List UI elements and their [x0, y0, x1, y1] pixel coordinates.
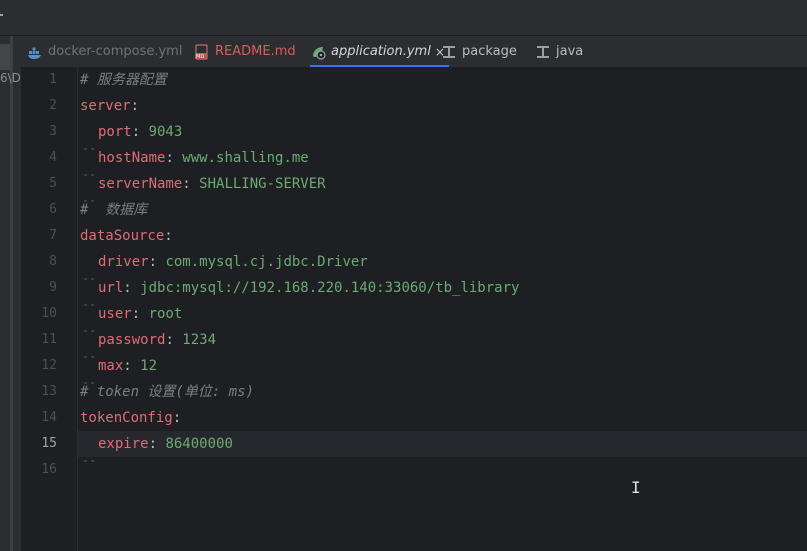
line-number: 6: [49, 202, 57, 217]
yaml-value: 12: [140, 358, 158, 374]
line-number: 8: [49, 254, 57, 269]
code-line[interactable]: expire: 86400000: [80, 431, 233, 462]
yaml-comment: # token 设置(单位: ms): [80, 384, 255, 400]
line-number: 13: [41, 384, 57, 399]
yaml-key: url: [98, 280, 124, 296]
yaml-separator: :: [123, 280, 141, 296]
yaml-separator: :: [123, 358, 141, 374]
code-line[interactable]: # 服务器配置: [80, 67, 167, 93]
code-line[interactable]: hostName: www.shalling.me: [80, 145, 309, 176]
yaml-key: port: [98, 124, 132, 140]
tab-java[interactable]: java: [535, 36, 583, 67]
line-number: 2: [49, 98, 57, 113]
yaml-key: user: [98, 306, 132, 322]
tab-application-yml[interactable]: application.yml ×: [310, 36, 449, 67]
yaml-comment: # 服务器配置: [80, 72, 167, 88]
code-line[interactable]: url: jdbc:mysql://192.168.220.140:33060/…: [80, 275, 520, 306]
yaml-separator: :: [164, 228, 173, 244]
yaml-value: 86400000: [165, 436, 233, 452]
title-bar-mark: [0, 14, 3, 16]
yaml-value: 1234: [182, 332, 217, 348]
code-line[interactable]: server:: [80, 93, 139, 119]
line-number: 3: [49, 124, 57, 139]
yaml-value: www.shalling.me: [182, 150, 309, 166]
spring-yaml-icon: [310, 44, 326, 60]
line-number: 5: [49, 176, 57, 191]
yaml-key: max: [98, 358, 124, 374]
line-number: 12: [41, 358, 57, 373]
yaml-value: 9043: [148, 124, 183, 140]
yaml-key: hostName: [98, 150, 166, 166]
tab-package[interactable]: package: [441, 36, 517, 67]
code-line[interactable]: driver: com.mysql.cj.jdbc.Driver: [80, 249, 368, 280]
yaml-value: jdbc:mysql://192.168.220.140:33060/tb_li…: [140, 280, 520, 296]
tab-label: README.md: [215, 44, 296, 59]
tab-label: docker-compose.yml: [48, 44, 183, 59]
yaml-key: dataSource: [80, 228, 165, 244]
project-panel-highlight: [0, 44, 10, 70]
docker-icon: [27, 44, 43, 60]
yaml-value: SHALLING-SERVER: [199, 176, 326, 192]
yaml-key: password: [98, 332, 166, 348]
line-number: 4: [49, 150, 57, 165]
code-editor[interactable]: 1 2 3 4 5 6 7 8 9 10 11 12 13 14 15 16 # 服务器配置 server: po…: [21, 67, 807, 551]
line-number: 7: [49, 228, 57, 243]
yaml-comment: # 数据库: [80, 202, 148, 218]
yaml-separator: :: [172, 410, 182, 426]
yaml-separator: :: [148, 254, 166, 270]
line-number: 15: [41, 436, 57, 451]
text-cursor-icon: I: [631, 478, 641, 497]
yaml-separator: :: [148, 436, 166, 452]
tab-label: package: [462, 44, 517, 59]
line-number: 11: [41, 332, 57, 347]
yaml-separator: :: [131, 306, 149, 322]
class-structure-icon: [535, 44, 551, 60]
code-line[interactable]: user: root: [80, 301, 183, 332]
yaml-value: com.mysql.cj.jdbc.Driver: [165, 254, 368, 270]
project-path-fragment: 6\D: [0, 71, 21, 85]
code-line[interactable]: # token 设置(单位: ms): [80, 379, 254, 405]
line-number: 1: [49, 72, 57, 87]
code-line[interactable]: dataSource:: [80, 223, 173, 249]
project-panel-edge[interactable]: 6\D: [0, 36, 22, 551]
yaml-key: tokenConfig: [80, 410, 173, 426]
yaml-separator: :: [165, 150, 183, 166]
yaml-separator: :: [182, 176, 200, 192]
yaml-separator: :: [165, 332, 183, 348]
code-line[interactable]: # 数据库: [80, 197, 147, 223]
tab-label: java: [556, 44, 584, 59]
code-line[interactable]: password: 1234: [80, 327, 217, 358]
code-line[interactable]: max: 12: [80, 353, 158, 384]
yaml-separator: :: [130, 98, 140, 114]
markdown-file-icon: MD: [194, 43, 210, 60]
line-number: 16: [41, 462, 57, 477]
yaml-key: server: [80, 98, 131, 114]
yaml-separator: :: [131, 124, 149, 140]
tab-readme[interactable]: MD README.md: [194, 36, 296, 67]
editor-tab-bar: docker-compose.yml MD README.md applicat…: [21, 36, 807, 68]
yaml-value: root: [148, 306, 183, 322]
tab-label: application.yml: [331, 44, 431, 59]
line-number-gutter[interactable]: 1 2 3 4 5 6 7 8 9 10 11 12 13 14 15 16: [21, 67, 78, 551]
yaml-key: serverName: [98, 176, 183, 192]
line-number: 14: [41, 410, 57, 425]
code-line[interactable]: serverName: SHALLING-SERVER: [80, 171, 326, 202]
yaml-key: expire: [98, 436, 149, 452]
line-number: 10: [41, 306, 57, 321]
tab-docker-compose[interactable]: docker-compose.yml: [27, 36, 182, 67]
svg-text:MD: MD: [196, 54, 204, 60]
code-line[interactable]: port: 9043: [80, 119, 183, 150]
title-bar: [0, 0, 807, 36]
class-structure-icon: [441, 44, 457, 60]
line-number: 9: [49, 280, 57, 295]
project-panel-scrollbar[interactable]: [10, 36, 13, 551]
yaml-key: driver: [98, 254, 149, 270]
code-line[interactable]: tokenConfig:: [80, 405, 181, 431]
